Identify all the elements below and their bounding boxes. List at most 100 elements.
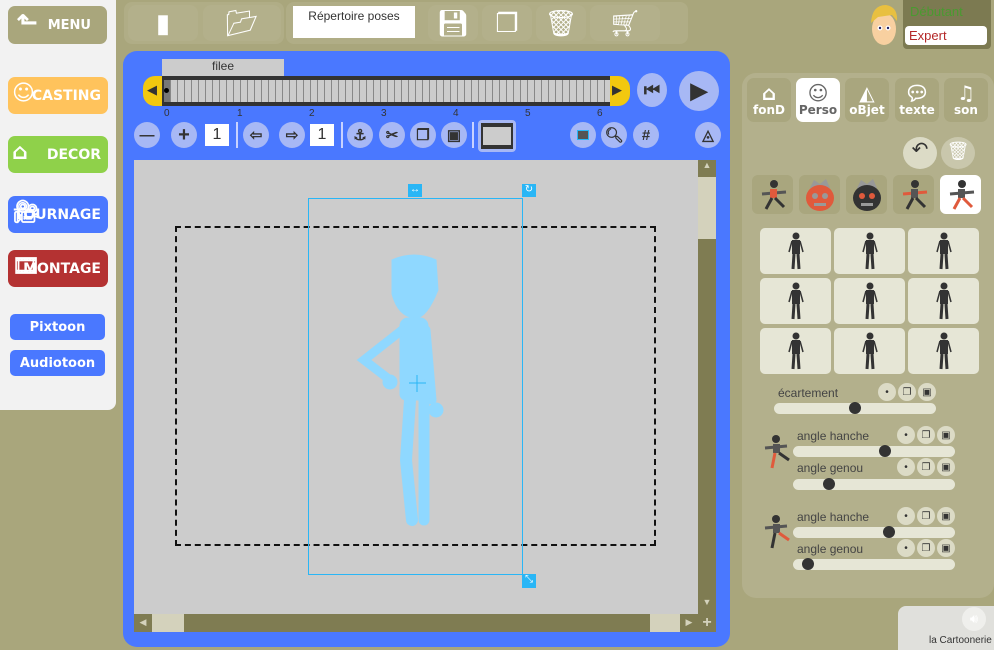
tab-objet[interactable]: ◭ oBjet [845, 78, 889, 122]
nav-decor[interactable]: ⌂ DECOR [8, 136, 108, 173]
part-body[interactable] [752, 175, 793, 214]
fit-view-button[interactable] [570, 122, 596, 148]
copy-button[interactable]: ❐ [917, 458, 935, 476]
scroll-up-button[interactable]: ▲ [698, 160, 716, 177]
leg1-knee-slider[interactable] [793, 478, 955, 490]
level-expert[interactable]: Expert [905, 26, 987, 45]
part-arms[interactable] [893, 175, 934, 214]
playhead[interactable] [164, 80, 170, 102]
horizontal-scrollbar[interactable]: ◀ ▶ [134, 614, 698, 632]
ecartement-slider[interactable] [774, 402, 936, 414]
pose-thumbnail[interactable] [834, 328, 905, 374]
open-folder-button[interactable]: 📂︎ [203, 5, 281, 41]
cut-button[interactable]: ✂ [379, 122, 405, 148]
add-frame-button[interactable]: ⇨ [279, 122, 305, 148]
frame-input[interactable]: 1 [310, 124, 334, 146]
scroll-right-button[interactable]: ▶ [680, 614, 698, 632]
leg1-hip-slider[interactable] [793, 445, 955, 457]
link-pixtoon[interactable]: Pixtoon [10, 314, 105, 340]
paste-button[interactable]: ▣ [937, 426, 955, 444]
scroll-down-button[interactable]: ▼ [698, 597, 716, 614]
divider [236, 122, 238, 148]
copy-button[interactable]: ❐ [917, 507, 935, 525]
nav-casting[interactable]: ☺ CASTING [8, 77, 108, 114]
leg2-knee-slider[interactable] [793, 558, 955, 570]
leg2-hip-slider[interactable] [793, 526, 955, 538]
scale-handle[interactable]: ⤡ [522, 574, 536, 588]
rewind-button[interactable]: ⏮︎ [637, 73, 667, 107]
pose-thumbnail[interactable] [760, 228, 831, 274]
grid-toggle-button[interactable]: # [633, 122, 659, 148]
reset-button[interactable]: • [897, 458, 915, 476]
tab-son[interactable]: ♫ son [944, 78, 988, 122]
cart-button[interactable]: 🛒︎ [590, 5, 660, 41]
resize-width-handle[interactable]: ↔ [408, 184, 422, 197]
pose-thumbnail[interactable] [760, 328, 831, 374]
tab-perso[interactable]: ☺ Perso [796, 78, 840, 122]
paste-button[interactable]: ▣ [441, 122, 467, 148]
camera-icon: 🎥︎ [12, 200, 40, 225]
undo-button[interactable]: ↶ [903, 137, 937, 169]
pose-thumbnail[interactable] [908, 278, 979, 324]
delete-part-button[interactable]: 🗑︎ [941, 137, 975, 169]
remove-frame-button[interactable]: ⇦ [243, 122, 269, 148]
film-strip[interactable] [162, 76, 612, 106]
part-head-dark[interactable] [846, 175, 887, 214]
zoom-out-button[interactable]: — [134, 122, 160, 148]
paste-button[interactable]: ▣ [937, 458, 955, 476]
new-file-button[interactable]: ▮ [128, 5, 198, 41]
part-legs[interactable] [940, 175, 981, 214]
paste-button[interactable]: ▣ [918, 383, 936, 401]
paste-button[interactable]: ▣ [937, 507, 955, 525]
tab-fond[interactable]: ⌂ fonD [747, 78, 791, 122]
pose-thumbnail[interactable] [908, 328, 979, 374]
pose-thumbnail[interactable] [834, 278, 905, 324]
slider-thumb[interactable] [882, 526, 895, 538]
zoom-in-button[interactable]: + [171, 122, 197, 148]
reset-button[interactable]: • [897, 507, 915, 525]
leg1-icon [764, 435, 790, 469]
slider-thumb[interactable] [822, 478, 835, 490]
reset-button[interactable]: • [897, 426, 915, 444]
vertical-scroll-thumb[interactable] [698, 177, 716, 239]
vertical-scrollbar[interactable]: ▲ ▼ [698, 160, 716, 614]
slider-thumb[interactable] [801, 558, 814, 570]
horizontal-scroll-thumb[interactable] [152, 614, 184, 632]
level-beginner[interactable]: Débutant [910, 4, 963, 19]
copy-button[interactable]: ❐ [410, 122, 436, 148]
frame-view-button[interactable] [478, 120, 516, 152]
copy-button[interactable]: ❐ [917, 539, 935, 557]
save-button[interactable]: 💾︎ [428, 5, 478, 41]
directory-field[interactable]: Répertoire poses [293, 6, 415, 38]
part-head-red[interactable] [799, 175, 840, 214]
nav-tournage[interactable]: 🎥︎ TOURNAGE [8, 196, 108, 233]
slider-thumb[interactable] [849, 402, 861, 414]
duplicate-button[interactable]: ❐ [482, 5, 532, 41]
menu-button[interactable]: ⬑ MENU [8, 6, 107, 44]
pose-figure-icon [935, 332, 952, 370]
zoom-corner-button[interactable]: + [698, 614, 716, 632]
onion-skin-button[interactable]: ◬ [695, 122, 721, 148]
stage-canvas[interactable]: ↔ ↻ ⤡ [134, 160, 698, 614]
delete-button[interactable]: 🗑︎ [536, 5, 586, 41]
reset-button[interactable]: • [878, 383, 896, 401]
scroll-left-button[interactable]: ◀ [134, 614, 152, 632]
copy-button[interactable]: ❐ [917, 426, 935, 444]
pose-thumbnail[interactable] [908, 228, 979, 274]
copy-button[interactable]: ❐ [898, 383, 916, 401]
paste-button[interactable]: ▣ [937, 539, 955, 557]
pose-thumbnail[interactable] [834, 228, 905, 274]
anchor-button[interactable]: ⚓︎ [347, 122, 373, 148]
play-button[interactable]: ▶ [679, 71, 719, 111]
timeline-next-button[interactable]: ▶ [610, 76, 630, 106]
step-input[interactable]: 1 [205, 124, 229, 146]
tab-texte[interactable]: 💬︎ texte [895, 78, 939, 122]
rotate-handle[interactable]: ↻ [522, 184, 536, 197]
search-button[interactable]: 🔍︎ [601, 122, 627, 148]
nav-montage[interactable]: 🎞︎ MONTAGE [8, 250, 108, 287]
reset-button[interactable]: • [897, 539, 915, 557]
sound-toggle-button[interactable]: 🔊︎ [962, 607, 986, 631]
pose-thumbnail[interactable] [760, 278, 831, 324]
slider-thumb[interactable] [879, 445, 892, 457]
link-audiotoon[interactable]: Audiotoon [10, 350, 105, 376]
